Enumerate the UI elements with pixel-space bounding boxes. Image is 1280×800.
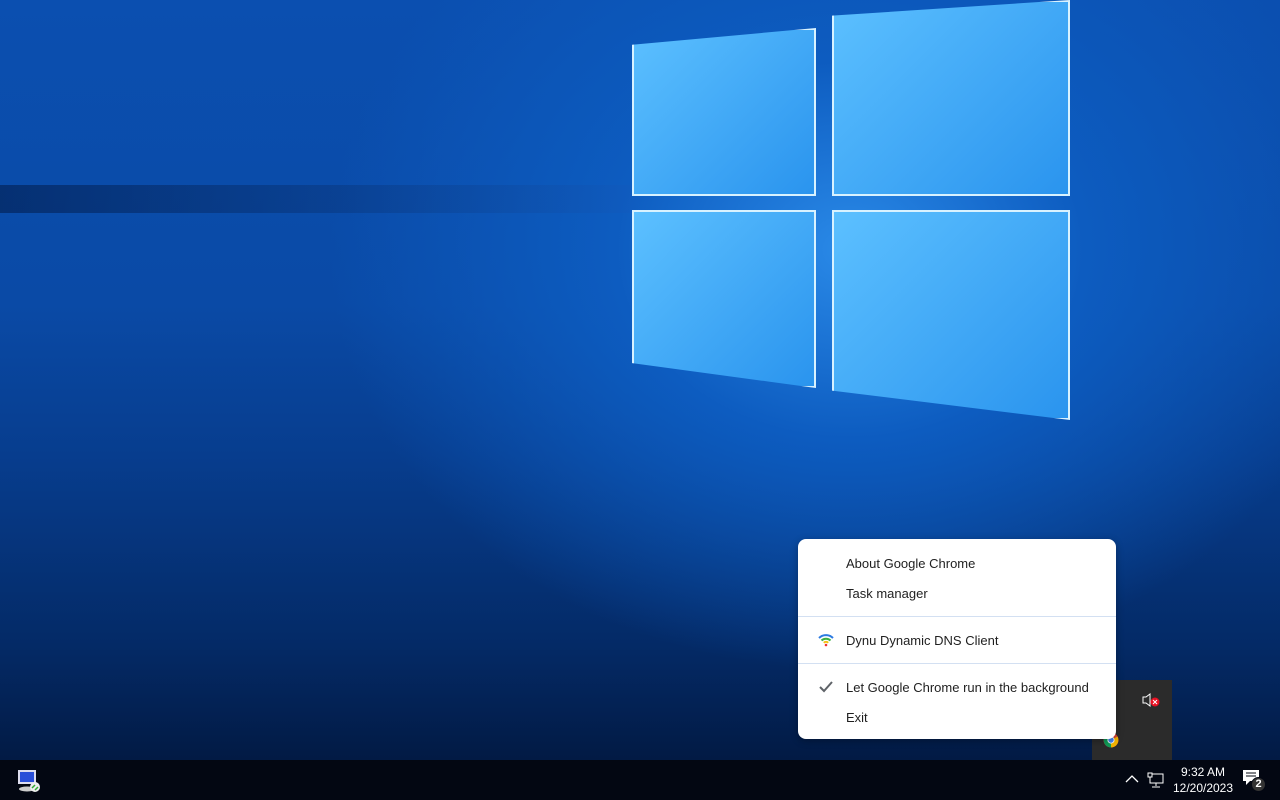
clock[interactable]: 9:32 AM 12/20/2023 [1166, 764, 1240, 796]
menu-item-exit[interactable]: Exit [798, 702, 1116, 732]
clock-date: 12/20/2023 [1166, 780, 1240, 796]
chrome-tray-context-menu: About Google Chrome Task manager Dynu Dy… [798, 539, 1116, 739]
menu-item-label: Let Google Chrome run in the background [846, 680, 1089, 695]
show-hidden-icons-chevron-up-icon[interactable] [1125, 774, 1139, 784]
volume-muted-icon[interactable] [1142, 693, 1160, 707]
menu-item-dynu-dns-client[interactable]: Dynu Dynamic DNS Client [798, 625, 1116, 655]
light-beam [0, 185, 640, 213]
taskbar: 9:32 AM 12/20/2023 2 [0, 760, 1280, 800]
checkmark-icon [818, 679, 834, 695]
window-logo-pane [632, 210, 816, 388]
menu-item-run-in-background[interactable]: Let Google Chrome run in the background [798, 672, 1116, 702]
window-logo-pane [832, 210, 1070, 420]
window-logo-pane [832, 0, 1070, 196]
clock-time: 9:32 AM [1166, 764, 1240, 780]
wifi-icon [818, 632, 834, 648]
menu-item-about-chrome[interactable]: About Google Chrome [798, 548, 1116, 578]
menu-item-label: Exit [846, 710, 868, 725]
window-logo-pane [632, 28, 816, 196]
menu-item-label: Dynu Dynamic DNS Client [846, 633, 998, 648]
menu-item-task-manager[interactable]: Task manager [798, 578, 1116, 608]
menu-divider [798, 663, 1116, 664]
network-computer-icon[interactable] [16, 768, 42, 794]
menu-divider [798, 616, 1116, 617]
action-center-button[interactable]: 2 [1242, 769, 1268, 795]
menu-item-label: Task manager [846, 586, 928, 601]
network-icon[interactable] [1147, 772, 1165, 788]
menu-item-label: About Google Chrome [846, 556, 975, 571]
notification-count-badge: 2 [1251, 777, 1266, 792]
